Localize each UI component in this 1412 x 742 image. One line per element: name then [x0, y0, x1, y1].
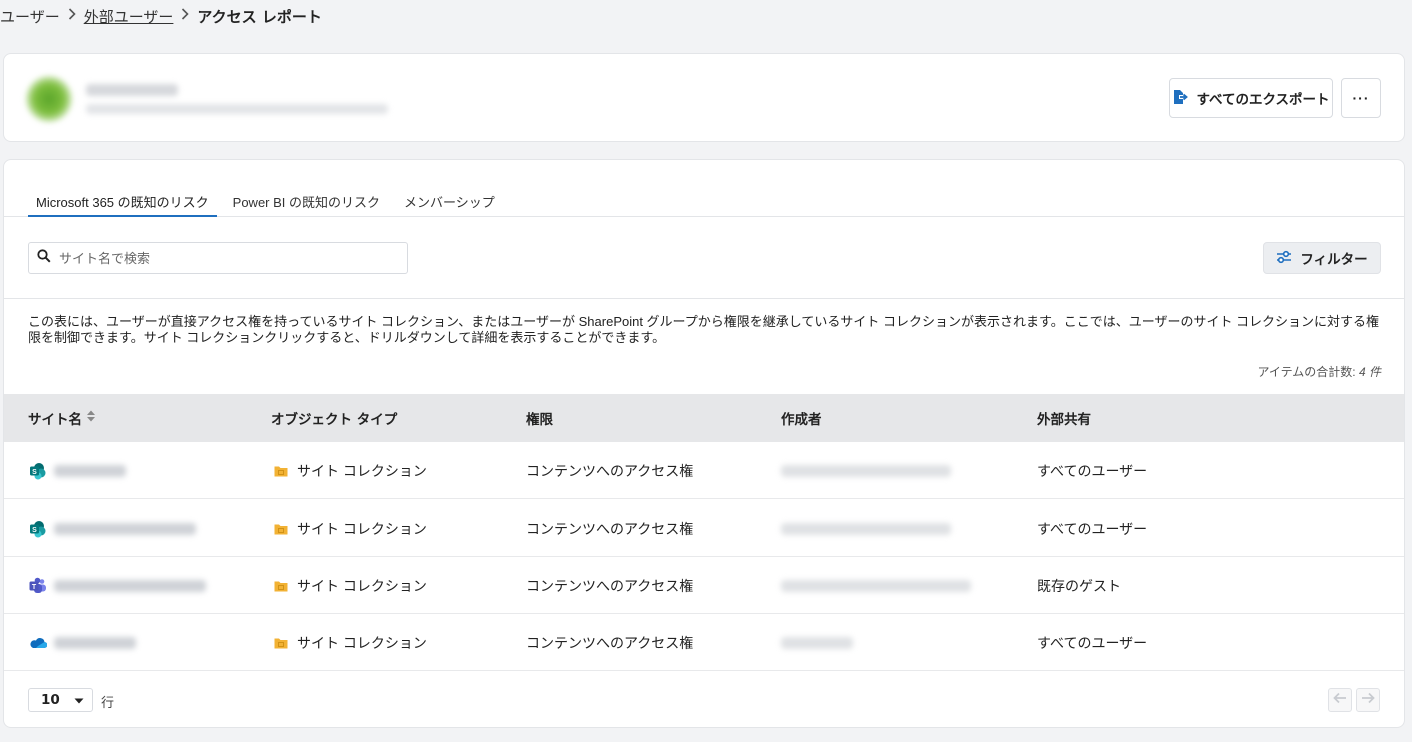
- table-header: サイト名 オブジェクト タイプ 権限 作成者 外部共有: [4, 394, 1404, 442]
- created-by-redacted: [781, 522, 951, 535]
- user-header-card: すべてのエクスポート ···: [3, 53, 1405, 142]
- created-by-cell: [781, 557, 971, 614]
- export-all-label: すべてのエクスポート: [1196, 92, 1330, 107]
- filter-sliders-icon: [1276, 250, 1292, 267]
- chevron-right-icon: [68, 8, 76, 24]
- next-page-button[interactable]: [1356, 688, 1380, 712]
- created-by-redacted: [781, 579, 971, 592]
- table-row[interactable]: S サイト コレクション コンテンツへのアクセス権 すべてのユーザー: [4, 500, 1404, 557]
- sort-icon[interactable]: [86, 409, 96, 427]
- folder-icon: [271, 461, 291, 481]
- search-input[interactable]: [59, 250, 379, 266]
- svg-text:T: T: [32, 584, 37, 591]
- external-sharing-cell: すべてのユーザー: [1037, 462, 1148, 479]
- search-icon: [37, 249, 51, 267]
- search-box: [28, 242, 408, 274]
- created-by-cell: [781, 614, 853, 671]
- svg-text:S: S: [32, 469, 37, 476]
- user-email-redacted: [86, 104, 388, 114]
- object-type-cell: サイト コレクション: [271, 442, 427, 499]
- tab-powerbi-risks[interactable]: Power BI の既知のリスク: [225, 184, 388, 217]
- chevron-right-icon: [181, 8, 190, 24]
- permission-cell: コンテンツへのアクセス権: [526, 520, 694, 537]
- object-type-cell: サイト コレクション: [271, 557, 427, 614]
- tab-m365-risks[interactable]: Microsoft 365 の既知のリスク: [28, 184, 217, 217]
- access-report-card: Microsoft 365 の既知のリスク Power BI の既知のリスク メ…: [3, 159, 1405, 728]
- rows-label: 行: [101, 696, 115, 711]
- breadcrumb: ユーザー 外部ユーザー アクセス レポート: [0, 5, 322, 27]
- site-name-cell[interactable]: S: [28, 500, 196, 557]
- object-type-cell: サイト コレクション: [271, 500, 427, 557]
- column-header-permission: 権限: [526, 412, 553, 428]
- arrow-right-icon: [1361, 692, 1375, 708]
- divider: [4, 298, 1404, 299]
- column-header-object-type: オブジェクト タイプ: [271, 412, 398, 428]
- column-header-external-sharing: 外部共有: [1037, 412, 1091, 428]
- filter-label: フィルター: [1300, 252, 1368, 267]
- sharepoint-icon: S: [28, 519, 48, 539]
- table-row[interactable]: S サイト コレクション コンテンツへのアクセス権 すべてのユーザー: [4, 442, 1404, 499]
- permission-cell: コンテンツへのアクセス権: [526, 577, 694, 594]
- column-header-created-by: 作成者: [781, 412, 822, 428]
- created-by-cell: [781, 442, 951, 499]
- folder-icon: [271, 576, 291, 596]
- previous-page-button[interactable]: [1328, 688, 1352, 712]
- arrow-left-icon: [1333, 692, 1347, 708]
- folder-icon: [271, 633, 291, 653]
- site-name-redacted: [54, 522, 196, 535]
- total-items: アイテムの合計数: 4 件: [1258, 363, 1382, 380]
- breadcrumb-current: アクセス レポート: [197, 7, 322, 26]
- caret-down-icon: [74, 692, 84, 708]
- site-name-cell[interactable]: T: [28, 557, 206, 614]
- created-by-cell: [781, 500, 951, 557]
- permission-cell: コンテンツへのアクセス権: [526, 634, 694, 651]
- site-name-redacted: [54, 464, 126, 477]
- site-name-redacted: [54, 579, 206, 592]
- created-by-redacted: [781, 636, 853, 649]
- site-name-redacted: [54, 636, 136, 649]
- onedrive-icon: [28, 633, 48, 653]
- teams-icon: T: [28, 576, 48, 596]
- object-type-cell: サイト コレクション: [271, 614, 427, 671]
- folder-icon: [271, 519, 291, 539]
- column-header-site-name[interactable]: サイト名: [28, 408, 96, 428]
- table-row[interactable]: サイト コレクション コンテンツへのアクセス権 すべてのユーザー: [4, 614, 1404, 671]
- external-sharing-cell: 既存のゲスト: [1037, 577, 1121, 594]
- table-description: この表には、ユーザーが直接アクセス権を持っているサイト コレクション、またはユー…: [28, 314, 1380, 345]
- total-items-label: アイテムの合計数:: [1257, 365, 1356, 379]
- svg-text:S: S: [32, 527, 37, 534]
- breadcrumb-users[interactable]: ユーザー: [0, 6, 60, 27]
- site-name-cell[interactable]: S: [28, 442, 126, 499]
- more-options-button[interactable]: ···: [1341, 78, 1381, 118]
- user-name-redacted: [86, 84, 178, 96]
- permission-cell: コンテンツへのアクセス権: [526, 462, 694, 479]
- total-items-value: 4 件: [1358, 365, 1381, 379]
- table-row[interactable]: T サイト コレクション コンテンツへのアクセス権 既存のゲスト: [4, 557, 1404, 614]
- external-sharing-cell: すべてのユーザー: [1037, 634, 1148, 651]
- sharepoint-icon: S: [28, 461, 48, 481]
- tab-bar: Microsoft 365 の既知のリスク Power BI の既知のリスク メ…: [4, 184, 1404, 217]
- avatar: [26, 76, 72, 122]
- tab-membership[interactable]: メンバーシップ: [396, 184, 503, 217]
- export-icon: [1172, 89, 1189, 108]
- more-icon: ···: [1352, 90, 1370, 106]
- external-sharing-cell: すべてのユーザー: [1037, 520, 1148, 537]
- filter-button[interactable]: フィルター: [1263, 242, 1381, 274]
- export-all-button[interactable]: すべてのエクスポート: [1169, 78, 1333, 118]
- rows-per-page-select[interactable]: 10: [28, 688, 93, 712]
- breadcrumb-external-users[interactable]: 外部ユーザー: [84, 6, 174, 27]
- created-by-redacted: [781, 464, 951, 477]
- site-name-cell[interactable]: [28, 614, 136, 671]
